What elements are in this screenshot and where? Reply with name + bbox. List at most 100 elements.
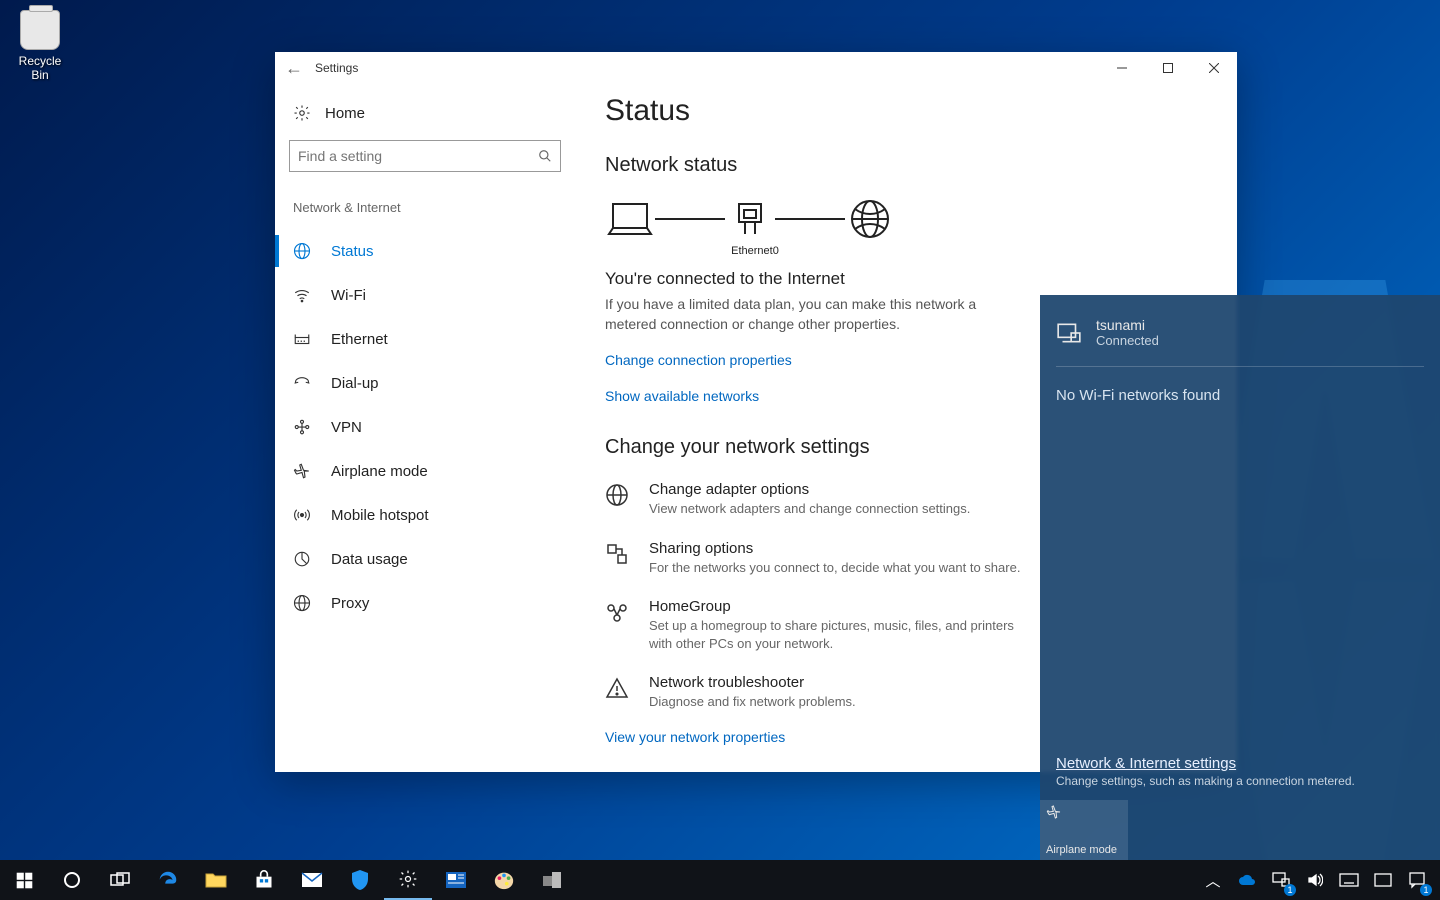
dialup-icon (293, 374, 313, 392)
nav-label: Status (331, 243, 374, 260)
recycle-bin[interactable]: Recycle Bin (10, 10, 70, 82)
proxy-icon (293, 594, 313, 612)
maximize-button[interactable] (1145, 52, 1191, 84)
no-wifi-label: No Wi-Fi networks found (1040, 375, 1440, 416)
windows-icon (16, 872, 33, 889)
connection-description: If you have a limited data plan, you can… (605, 295, 1005, 334)
nav-ethernet[interactable]: Ethernet (289, 317, 561, 361)
taskbar: ︿ (0, 860, 1440, 900)
back-button[interactable]: ← (285, 58, 315, 79)
tray-onedrive[interactable] (1230, 860, 1264, 900)
nav-airplane[interactable]: Airplane mode (289, 449, 561, 493)
edge-icon (157, 869, 179, 891)
search-input[interactable] (298, 148, 538, 164)
system-tray: ︿ (1196, 860, 1440, 900)
tray-keyboard[interactable] (1332, 860, 1366, 900)
network-settings-link-row[interactable]: Network & Internet settings Change setti… (1040, 755, 1440, 788)
hotspot-icon (293, 506, 313, 524)
nav-label: Dial-up (331, 375, 379, 392)
show-networks-link[interactable]: Show available networks (605, 388, 759, 404)
tray-input[interactable] (1366, 860, 1400, 900)
mail-button[interactable] (288, 860, 336, 900)
qa-label: Airplane mode (1046, 844, 1122, 856)
nav-wifi[interactable]: Wi-Fi (289, 273, 561, 317)
close-button[interactable] (1191, 52, 1237, 84)
cortana-button[interactable] (48, 860, 96, 900)
task-view-button[interactable] (96, 860, 144, 900)
page-title: Status (605, 94, 1207, 128)
nav-label: VPN (331, 419, 362, 436)
folder-icon (205, 871, 227, 889)
network-settings-link[interactable]: Network & Internet settings (1056, 755, 1236, 772)
network-name: tsunami (1096, 317, 1159, 333)
data-usage-icon (293, 550, 313, 568)
paint-button[interactable] (480, 860, 528, 900)
row-desc: Set up a homegroup to share pictures, mu… (649, 617, 1029, 652)
vpn-icon (293, 418, 313, 436)
view-properties-link[interactable]: View your network properties (605, 729, 785, 745)
globe-icon (845, 199, 895, 239)
settings-taskbar-button[interactable] (384, 860, 432, 900)
action-center[interactable] (1400, 860, 1434, 900)
maximize-icon (1163, 63, 1173, 73)
app-button[interactable] (528, 860, 576, 900)
nav-status[interactable]: Status (289, 229, 561, 273)
change-connection-link[interactable]: Change connection properties (605, 352, 792, 368)
tray-chevron[interactable]: ︿ (1196, 860, 1230, 900)
window-title: Settings (315, 61, 358, 75)
nav-label: Mobile hotspot (331, 507, 429, 524)
nav-proxy[interactable]: Proxy (289, 581, 561, 625)
start-button[interactable] (0, 860, 48, 900)
home-button[interactable]: Home (289, 98, 561, 140)
nav-label: Data usage (331, 551, 408, 568)
airplane-icon (293, 462, 313, 480)
minimize-button[interactable] (1099, 52, 1145, 84)
gear-icon (293, 104, 311, 122)
monitor-icon (1056, 320, 1082, 346)
news-icon (445, 871, 467, 889)
adapter-name: Ethernet0 (725, 245, 785, 257)
row-title: Change adapter options (649, 481, 970, 498)
edge-button[interactable] (144, 860, 192, 900)
cloud-icon (1238, 874, 1256, 886)
recycle-bin-icon (20, 10, 60, 50)
connector-line (775, 218, 845, 220)
file-explorer-button[interactable] (192, 860, 240, 900)
network-status-header: Network status (605, 154, 1207, 177)
nav-label: Wi-Fi (331, 287, 366, 304)
recycle-bin-label: Recycle Bin (10, 54, 70, 82)
store-button[interactable] (240, 860, 288, 900)
gear-icon (398, 869, 418, 889)
network-flyout: tsunami Connected No Wi-Fi networks foun… (1040, 295, 1440, 860)
cortana-icon (63, 871, 81, 889)
nav-vpn[interactable]: VPN (289, 405, 561, 449)
monitor-icon (1272, 872, 1290, 888)
nav-label: Proxy (331, 595, 369, 612)
troubleshooter-icon (605, 674, 633, 711)
network-status: Connected (1096, 333, 1159, 348)
news-button[interactable] (432, 860, 480, 900)
nav: Status Wi-Fi Ethernet (289, 229, 561, 625)
store-icon (254, 870, 274, 890)
security-button[interactable] (336, 860, 384, 900)
keyboard-icon (1339, 873, 1359, 887)
tray-network[interactable] (1264, 860, 1298, 900)
row-desc: Diagnose and fix network problems. (649, 693, 856, 711)
network-settings-desc: Change settings, such as making a connec… (1056, 774, 1424, 788)
router-icon (725, 199, 775, 239)
search-box[interactable] (289, 140, 561, 172)
shield-icon (350, 869, 370, 891)
network-entry[interactable]: tsunami Connected (1040, 307, 1440, 358)
divider (1056, 366, 1424, 367)
device-icon (542, 871, 562, 889)
nav-data[interactable]: Data usage (289, 537, 561, 581)
nav-hotspot[interactable]: Mobile hotspot (289, 493, 561, 537)
nav-label: Ethernet (331, 331, 388, 348)
tray-volume[interactable] (1298, 860, 1332, 900)
status-icon (293, 242, 313, 260)
nav-dialup[interactable]: Dial-up (289, 361, 561, 405)
sharing-icon (605, 540, 633, 577)
close-icon (1209, 63, 1219, 73)
network-diagram (605, 199, 1207, 239)
airplane-mode-toggle[interactable]: Airplane mode (1040, 800, 1128, 860)
